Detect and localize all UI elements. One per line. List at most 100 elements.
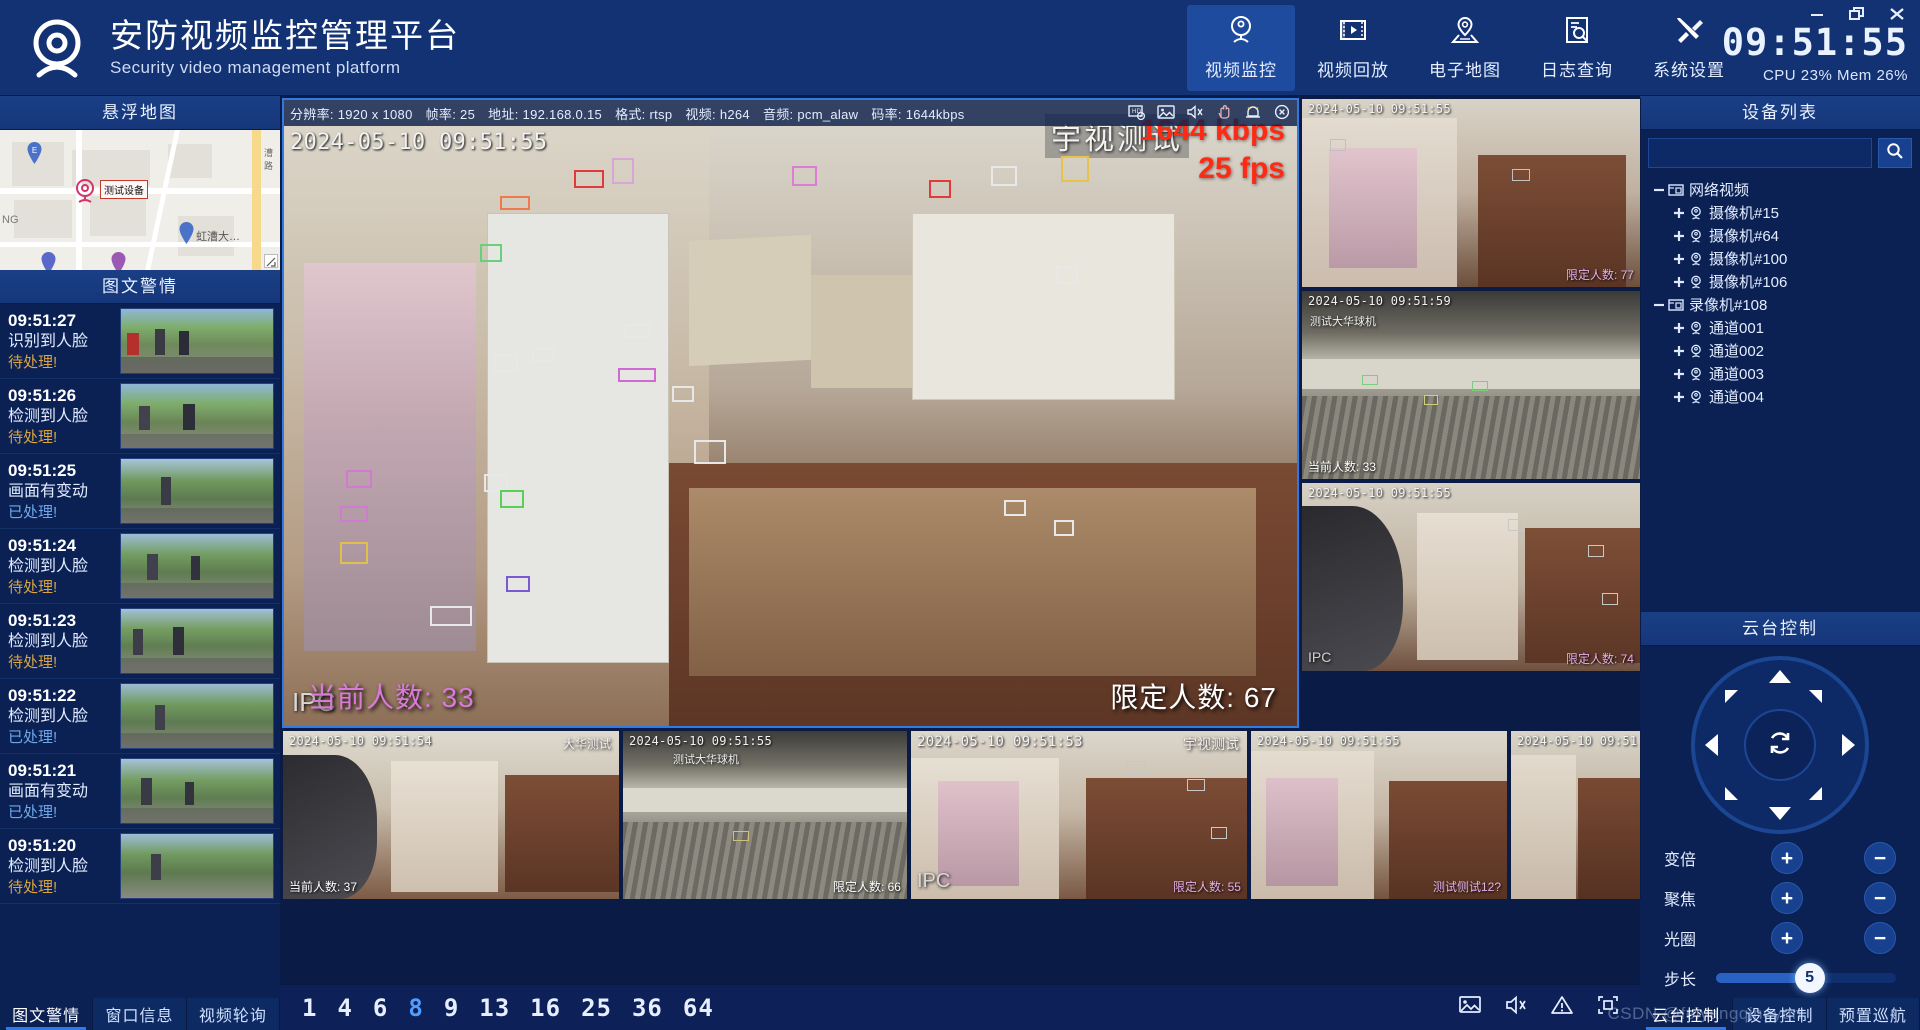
camera-marker-icon[interactable] [72,178,98,204]
map-device-label[interactable]: 测试设备 [100,180,148,199]
plus-icon[interactable] [1672,230,1686,242]
alarm-thumbnail[interactable] [120,458,274,524]
plus-icon[interactable] [1672,322,1686,334]
video-cell-b5[interactable]: 2024-05-10 09:51 [1510,730,1641,900]
layout-option-1[interactable]: 1 [302,994,317,1022]
ptz-right-button[interactable] [1842,734,1855,756]
layout-option-13[interactable]: 13 [479,994,510,1022]
layout-option-25[interactable]: 25 [581,994,612,1022]
ptz-step-slider[interactable]: 5 [1716,963,1896,993]
list-item[interactable]: 09:51:26 检测到人脸 待处理! [0,379,280,454]
video-cell-r1[interactable]: 2024-05-10 09:51:55 限定人数: 77 [1301,98,1641,288]
tree-node-nvr-108[interactable]: 录像机#108 [1640,293,1920,316]
ptz-iris-decrease-button[interactable]: − [1864,922,1896,954]
ptz-left-button[interactable] [1705,734,1718,756]
alarm-bell-icon[interactable] [1244,104,1262,123]
ptz-up-button[interactable] [1769,670,1791,683]
floating-map[interactable]: NG 漕路 E 测试设备 虹漕大… [0,130,280,270]
minus-icon[interactable] [1652,184,1666,196]
plus-icon[interactable] [1672,368,1686,380]
ptz-auto-scan-button[interactable] [1744,709,1816,781]
video-cell-r2[interactable]: 2024-05-10 09:51:59 测试大华球机 当前人数: 33 [1301,290,1641,480]
pin-magenta-icon[interactable] [110,252,127,270]
pin-e-icon[interactable]: E [26,142,43,164]
alarm-thumbnail[interactable] [120,533,274,599]
tab-ptz-control[interactable]: 云台控制 [1640,998,1734,1030]
layout-option-36[interactable]: 36 [632,994,663,1022]
alarm-thumbnail[interactable] [120,308,274,374]
layout-option-8[interactable]: 8 [408,994,423,1022]
tree-node-channel-003[interactable]: 通道003 [1640,362,1920,385]
nav-electronic-map[interactable]: 电子地图 [1411,5,1519,91]
plus-icon[interactable] [1672,345,1686,357]
list-item[interactable]: 09:51:20 检测到人脸 待处理! [0,829,280,904]
nav-video-playback[interactable]: 视频回放 [1299,5,1407,91]
nav-video-monitor[interactable]: 视频监控 [1187,5,1295,91]
alarm-thumbnail[interactable] [120,683,274,749]
tab-video-polling[interactable]: 视频轮询 [186,998,280,1030]
list-item[interactable]: 09:51:27 识别到人脸 待处理! [0,304,280,379]
plus-icon[interactable] [1672,207,1686,219]
mute-icon[interactable] [1504,994,1528,1021]
ptz-hand-icon[interactable] [1215,104,1233,123]
ptz-iris-increase-button[interactable]: + [1771,922,1803,954]
tree-node-camera-64[interactable]: 摄像机#64 [1640,224,1920,247]
layout-option-9[interactable]: 9 [444,994,459,1022]
map-resize-handle[interactable] [264,254,278,268]
fullscreen-icon[interactable] [1596,994,1620,1021]
list-item[interactable]: 09:51:23 检测到人脸 待处理! [0,604,280,679]
layout-option-16[interactable]: 16 [530,994,561,1022]
slider-knob[interactable]: 5 [1794,963,1825,993]
video-cell-b1[interactable]: 2024-05-10 09:51:54 大华测试 当前人数: 37 [282,730,620,900]
ptz-up-right-button[interactable] [1809,690,1822,703]
search-button[interactable] [1878,138,1912,168]
ptz-zoom-decrease-button[interactable]: − [1864,842,1896,874]
close-icon[interactable] [1888,6,1906,22]
warning-icon[interactable] [1550,994,1574,1021]
ptz-up-left-button[interactable] [1725,690,1738,703]
layout-option-64[interactable]: 64 [683,994,714,1022]
list-item[interactable]: 09:51:22 检测到人脸 已处理! [0,679,280,754]
record-video-icon[interactable]: HD [1128,104,1146,123]
list-item[interactable]: 09:51:21 画面有变动 已处理! [0,754,280,829]
minus-icon[interactable] [1652,299,1666,311]
ptz-focus-decrease-button[interactable]: − [1864,882,1896,914]
video-cell-b3[interactable]: 2024-05-10 09:51:53 宇视测试 IPC 限定人数: 55 [910,730,1248,900]
pin-purple-icon[interactable] [40,252,57,270]
alarm-thumbnail[interactable] [120,758,274,824]
tab-window-info[interactable]: 窗口信息 [93,998,187,1030]
tree-node-channel-004[interactable]: 通道004 [1640,385,1920,408]
tree-node-camera-100[interactable]: 摄像机#100 [1640,247,1920,270]
tab-preset-cruise[interactable]: 预置巡航 [1826,998,1920,1030]
pin-blue-icon[interactable] [178,222,195,244]
close-icon[interactable] [1273,104,1291,123]
alarm-thumbnail[interactable] [120,383,274,449]
alarm-list[interactable]: 09:51:27 识别到人脸 待处理! 09:51:26 检测到人脸 待处理! … [0,304,280,998]
tree-node-camera-106[interactable]: 摄像机#106 [1640,270,1920,293]
tree-node-channel-001[interactable]: 通道001 [1640,316,1920,339]
tree-node-channel-002[interactable]: 通道002 [1640,339,1920,362]
ptz-down-left-button[interactable] [1725,787,1738,800]
mute-icon[interactable] [1186,104,1204,123]
alarm-thumbnail[interactable] [120,833,274,899]
layout-option-4[interactable]: 4 [337,994,352,1022]
video-cell-b2[interactable]: 2024-05-10 09:51:55 测试大华球机 限定人数: 66 [622,730,908,900]
tree-node-network-video[interactable]: 网络视频 [1640,178,1920,201]
tab-device-control[interactable]: 设备控制 [1733,998,1827,1030]
video-cell-main[interactable]: 2024-05-10 09:51:55 宇视测试 1644 kbps 25 fp… [282,98,1299,728]
ptz-down-right-button[interactable] [1809,787,1822,800]
plus-icon[interactable] [1672,276,1686,288]
snapshot-icon[interactable] [1458,994,1482,1021]
list-item[interactable]: 09:51:24 检测到人脸 待处理! [0,529,280,604]
list-item[interactable]: 09:51:25 画面有变动 已处理! [0,454,280,529]
plus-icon[interactable] [1672,391,1686,403]
alarm-thumbnail[interactable] [120,608,274,674]
snapshot-icon[interactable] [1157,104,1175,123]
search-input[interactable] [1648,138,1872,168]
nav-log-query[interactable]: 日志查询 [1523,5,1631,91]
restore-icon[interactable] [1848,6,1866,22]
minimize-icon[interactable] [1808,6,1826,22]
tree-node-camera-15[interactable]: 摄像机#15 [1640,201,1920,224]
tab-alarm-info[interactable]: 图文警情 [0,998,94,1030]
video-cell-b4[interactable]: 2024-05-10 09:51:55 测试侧试12? [1250,730,1508,900]
